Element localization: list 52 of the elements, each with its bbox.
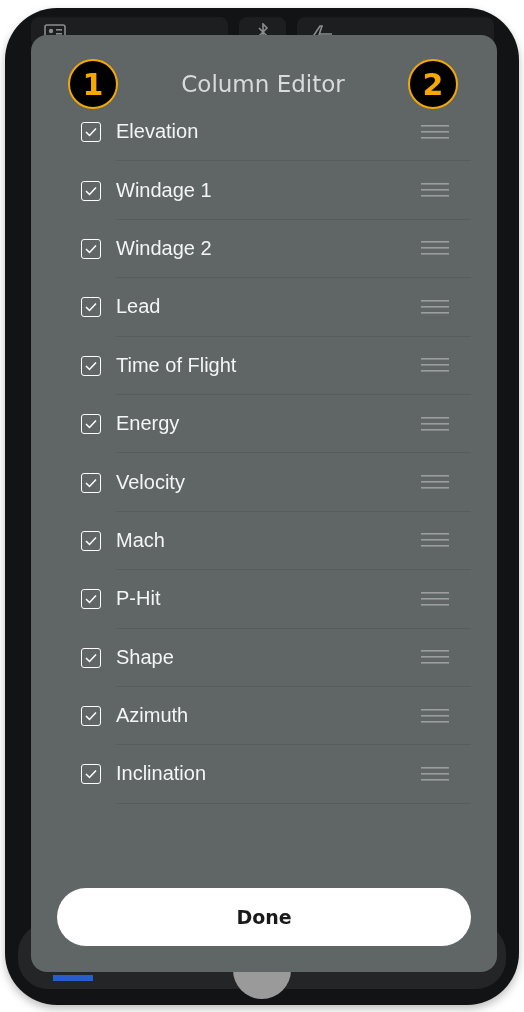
column-label: Azimuth [116, 704, 189, 728]
checkbox[interactable] [81, 297, 101, 318]
checkbox[interactable] [81, 355, 101, 376]
checkmark-icon [85, 360, 97, 371]
checkbox[interactable] [81, 238, 101, 259]
callout-badge: 2 [408, 59, 458, 109]
checkbox[interactable] [81, 764, 101, 785]
checkmark-icon [85, 419, 97, 430]
drag-handle-icon [421, 123, 449, 140]
checkbox[interactable] [81, 647, 101, 668]
drag-handle-icon [421, 182, 449, 199]
done-button[interactable]: Done [57, 888, 471, 946]
drag-handle-icon [421, 649, 449, 666]
drag-handle-icon [421, 766, 449, 782]
checkbox[interactable] [81, 589, 101, 610]
checkbox[interactable] [81, 706, 101, 727]
drag-handle-icon [421, 415, 449, 432]
checkmark-icon [85, 302, 97, 313]
column-label: P-Hit [116, 587, 161, 611]
column-label: Lead [116, 295, 161, 319]
drag-handle-icon [421, 474, 449, 491]
checkbox[interactable] [81, 122, 101, 143]
sheet-title: Column Editor [181, 71, 345, 97]
column-label: Energy [116, 412, 180, 436]
drag-handle-icon [421, 240, 449, 257]
column-label: Shape [116, 645, 174, 669]
checkmark-icon [85, 769, 97, 780]
checkbox[interactable] [81, 472, 101, 493]
checkmark-icon [85, 652, 97, 663]
drag-handle-icon [421, 707, 449, 724]
drag-handle-icon [421, 590, 449, 607]
column-label: Inclination [116, 762, 207, 786]
checkbox[interactable] [81, 530, 101, 551]
checkmark-icon [85, 127, 97, 138]
column-label: Mach [116, 528, 165, 552]
checkmark-icon [85, 185, 97, 196]
checkmark-icon [85, 535, 97, 546]
checkmark-icon [85, 477, 97, 488]
drag-handle-icon [421, 298, 449, 315]
drag-handle-icon [421, 357, 449, 374]
column-label: Velocity [116, 470, 185, 494]
drag-handle-icon [421, 532, 449, 549]
column-label: Windage 2 [116, 236, 212, 260]
column-label: Windage 1 [116, 178, 212, 202]
checkmark-icon [85, 243, 97, 254]
column-label: Elevation [116, 120, 199, 144]
callout-badge: 1 [68, 59, 118, 109]
column-label: Time of Flight [116, 353, 237, 377]
checkbox[interactable] [81, 414, 101, 435]
checkmark-icon [85, 711, 97, 722]
checkmark-icon [85, 594, 97, 605]
checkbox[interactable] [81, 180, 101, 201]
